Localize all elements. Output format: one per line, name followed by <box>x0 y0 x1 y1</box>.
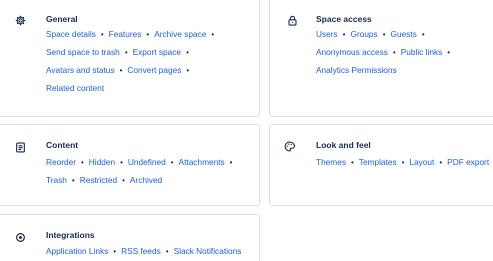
bullet-separator: • <box>382 30 386 39</box>
link-public-links[interactable]: Public links <box>401 47 443 57</box>
link-row: Application Links • RSS feeds • Slack Notifi… <box>46 245 241 258</box>
link-archive-space[interactable]: Archive space <box>154 29 206 39</box>
link-row: Related content <box>46 82 104 94</box>
palette-icon <box>284 141 295 152</box>
bullet-separator: • <box>113 247 117 256</box>
link-templates[interactable]: Templates <box>359 157 397 167</box>
card-look-and-feel: Look and feel Themes • Templates • Layout • PD… <box>269 124 493 206</box>
bullet-separator: • <box>401 158 405 167</box>
link-undefined[interactable]: Undefined <box>128 157 166 167</box>
link-features[interactable]: Features <box>109 29 142 39</box>
link-users[interactable]: Users <box>316 29 338 39</box>
link-guests[interactable]: Guests <box>391 29 417 39</box>
link-convert-pages[interactable]: Convert pages <box>127 65 181 75</box>
link-trash[interactable]: Trash <box>46 175 67 185</box>
link-send-space-to-trash[interactable]: Send space to trash <box>46 47 120 57</box>
card-title: Space access <box>316 14 372 24</box>
link-anonymous-access[interactable]: Anonymous access <box>316 47 388 57</box>
link-rss-feeds[interactable]: RSS feeds <box>121 246 161 256</box>
card-general: General Space details • Features • Archive s… <box>0 0 260 117</box>
link-row: Analytics Permissions <box>316 64 397 76</box>
link-row: Reorder • Hidden • Undefined • Attachments • <box>46 156 237 169</box>
bullet-separator: • <box>342 30 346 39</box>
link-row: Space details • Features • Archive space • <box>46 28 219 41</box>
link-layout[interactable]: Layout <box>409 157 434 167</box>
card-title: Integrations <box>46 230 95 240</box>
bullet-separator: • <box>211 30 215 39</box>
link-themes[interactable]: Themes <box>316 157 346 167</box>
bullet-separator: • <box>146 30 150 39</box>
link-restricted[interactable]: Restricted <box>80 175 117 185</box>
link-row: Users • Groups • Guests • <box>316 28 430 41</box>
bullet-separator: • <box>165 247 169 256</box>
link-export-space[interactable]: Export space <box>133 47 181 57</box>
space-settings-overview: General Space details • Features • Archive s… <box>0 0 493 261</box>
bullet-separator: • <box>439 158 443 167</box>
bullet-separator: • <box>100 30 104 39</box>
bullet-separator: • <box>186 66 190 75</box>
bullet-separator: • <box>80 158 84 167</box>
link-pdf-export[interactable]: PDF export <box>447 157 489 167</box>
link-related-content[interactable]: Related content <box>46 83 104 93</box>
link-row: Anonymous access • Public links • <box>316 46 455 59</box>
card-space-access: Space access Users • Groups • Guests • Anonymo… <box>269 0 493 117</box>
bullet-separator: • <box>124 48 128 57</box>
lock-icon <box>287 15 298 26</box>
link-slack-notifications[interactable]: Slack Notifications <box>174 246 242 256</box>
card-title: General <box>46 14 78 24</box>
bullet-separator: • <box>421 30 425 39</box>
page-icon <box>15 142 26 153</box>
link-application-links[interactable]: Application Links <box>46 246 108 256</box>
link-archived[interactable]: Archived <box>130 175 162 185</box>
bullet-separator: • <box>392 48 396 57</box>
link-reorder[interactable]: Reorder <box>46 157 76 167</box>
integration-icon <box>15 232 26 243</box>
bullet-separator: • <box>447 48 451 57</box>
bullet-separator: • <box>71 176 75 185</box>
link-row: Trash • Restricted • Archived <box>46 174 162 187</box>
link-avatars-and-status[interactable]: Avatars and status <box>46 65 115 75</box>
bullet-separator: • <box>170 158 174 167</box>
bullet-separator: • <box>120 158 123 167</box>
link-groups[interactable]: Groups <box>350 29 377 39</box>
card-title: Content <box>46 140 79 150</box>
link-analytics-permissions[interactable]: Analytics Permissions <box>316 65 397 75</box>
link-attachments[interactable]: Attachments <box>179 157 225 167</box>
card-integrations: Integrations Application Links • RSS feeds… <box>0 214 260 261</box>
card-content: Content Reorder • Hidden • Undefined • Attachm… <box>0 124 260 206</box>
bullet-separator: • <box>122 176 125 185</box>
card-title: Look and feel <box>316 140 371 150</box>
bullet-separator: • <box>229 158 233 167</box>
link-row: Themes • Templates • Layout • PDF export <box>316 156 489 169</box>
bullet-separator: • <box>186 48 189 57</box>
link-space-details[interactable]: Space details <box>46 29 96 39</box>
link-row: Avatars and status • Convert pages • <box>46 64 194 77</box>
gear-icon <box>15 15 26 26</box>
bullet-separator: • <box>350 158 354 167</box>
bullet-separator: • <box>119 66 123 75</box>
link-hidden[interactable]: Hidden <box>89 157 115 167</box>
link-row: Send space to trash • Export space • <box>46 46 194 59</box>
